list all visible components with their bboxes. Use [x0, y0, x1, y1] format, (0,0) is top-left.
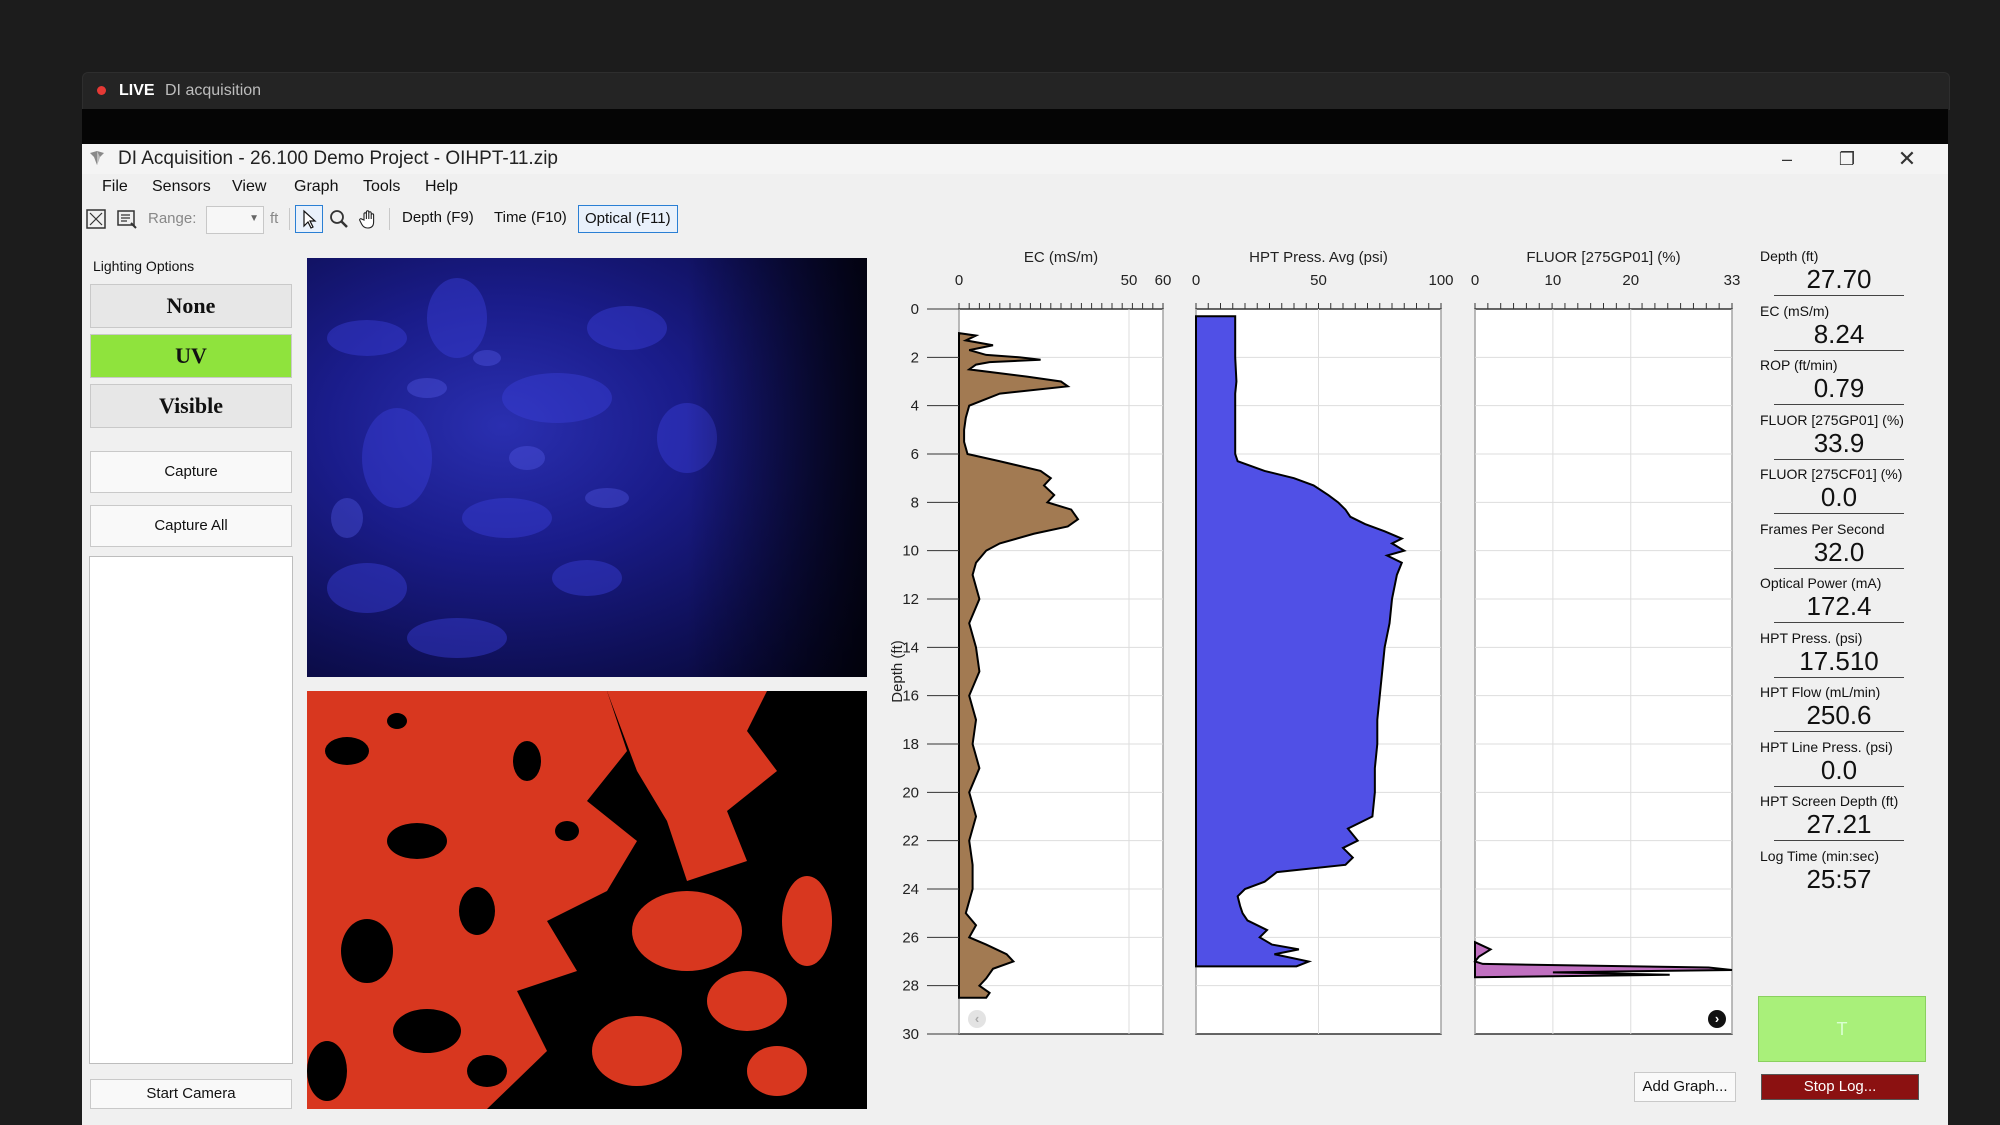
y-tick-label: 24 — [902, 881, 919, 898]
y-tick-label: 26 — [902, 929, 919, 946]
readout-value: 27.70 — [1774, 264, 1904, 296]
y-tick-label: 8 — [911, 494, 919, 511]
overlay-strip — [82, 109, 1948, 144]
x-tick-label: 0 — [1471, 272, 1479, 289]
readout-value: 27.21 — [1774, 809, 1904, 841]
readout-label: Frames Per Second — [1760, 520, 1885, 537]
y-tick-label: 28 — [902, 978, 919, 995]
x-tick-label: 33 — [1724, 272, 1741, 289]
y-tick-label: 20 — [902, 784, 919, 801]
stop-log-button[interactable]: Stop Log... — [1761, 1074, 1919, 1100]
readout-label: Log Time (min:sec) — [1760, 847, 1880, 864]
scroll-right-icon[interactable]: › — [1708, 1010, 1726, 1028]
readout-value: 33.9 — [1774, 428, 1904, 460]
x-tick-label: 0 — [1192, 272, 1200, 289]
x-tick-label: 50 — [1121, 272, 1138, 289]
readout-label: Depth (ft) — [1760, 248, 1819, 264]
y-tick-label: 30 — [902, 1026, 919, 1043]
readout-value: 8.24 — [1774, 319, 1904, 351]
readout-label: HPT Screen Depth (ft) — [1760, 793, 1899, 809]
y-axis-label: Depth (ft) — [889, 640, 906, 703]
y-tick-label: 10 — [902, 543, 919, 560]
readout-label: EC (mS/m) — [1760, 302, 1830, 319]
x-tick-label: 50 — [1310, 272, 1327, 289]
chart-title: EC (mS/m) — [1024, 249, 1098, 266]
x-tick-label: 0 — [955, 272, 963, 289]
y-tick-label: 0 — [911, 301, 919, 318]
readout-value: 32.0 — [1774, 537, 1904, 569]
readout-value: 0.79 — [1774, 373, 1904, 405]
y-tick-label: 4 — [911, 398, 919, 415]
chart-title: HPT Press. Avg (psi) — [1249, 249, 1388, 266]
chart-title: FLUOR [275GP01] (%) — [1526, 249, 1680, 266]
y-tick-label: 6 — [911, 446, 919, 463]
readout-label: HPT Line Press. (psi) — [1760, 738, 1893, 755]
add-graph-button[interactable]: Add Graph... — [1634, 1072, 1736, 1102]
readout-label: ROP (ft/min) — [1760, 357, 1838, 373]
y-tick-label: 22 — [902, 833, 919, 850]
x-tick-label: 100 — [1428, 272, 1453, 289]
stream-title: DI acquisition — [165, 82, 262, 99]
log-charts[interactable]: EC (mS/m)0 50 60HPT Press. Avg (psi)0 50 100… — [82, 144, 1948, 1125]
readout-value: 0.0 — [1774, 755, 1904, 787]
readout-label: FLUOR [275CF01] (%) — [1760, 466, 1903, 482]
x-tick-label: 60 — [1155, 272, 1172, 289]
app-window: DI Acquisition - 26.100 Demo Project - O… — [82, 144, 1948, 1125]
live-indicator-dot — [97, 86, 106, 95]
readout-value: 250.6 — [1774, 700, 1904, 732]
live-stream-bar: LIVE DI acquisition — [82, 72, 1950, 110]
readout-value: 172.4 — [1774, 591, 1904, 623]
y-tick-label: 12 — [902, 591, 919, 608]
status-indicator-box: T — [1758, 996, 1926, 1062]
readout-label: HPT Press. (psi) — [1760, 629, 1863, 646]
readout-label: Optical Power (mA) — [1760, 575, 1882, 591]
y-tick-label: 18 — [902, 736, 919, 753]
readout-value: 17.510 — [1774, 646, 1904, 678]
x-tick-label: 20 — [1622, 272, 1639, 289]
scroll-left-icon[interactable]: ‹ — [968, 1010, 986, 1028]
readout-label: FLUOR [275GP01] (%) — [1760, 411, 1904, 428]
y-tick-label: 2 — [911, 349, 919, 366]
readout-value: 25:57 — [1806, 863, 1872, 894]
plot-area — [1474, 308, 1733, 1035]
readout-label: HPT Flow (mL/min) — [1760, 684, 1881, 700]
x-tick-label: 10 — [1545, 272, 1562, 289]
readout-value: 0.0 — [1774, 482, 1904, 514]
live-status-label: LIVE — [119, 82, 155, 99]
plot-area — [958, 308, 1164, 1035]
